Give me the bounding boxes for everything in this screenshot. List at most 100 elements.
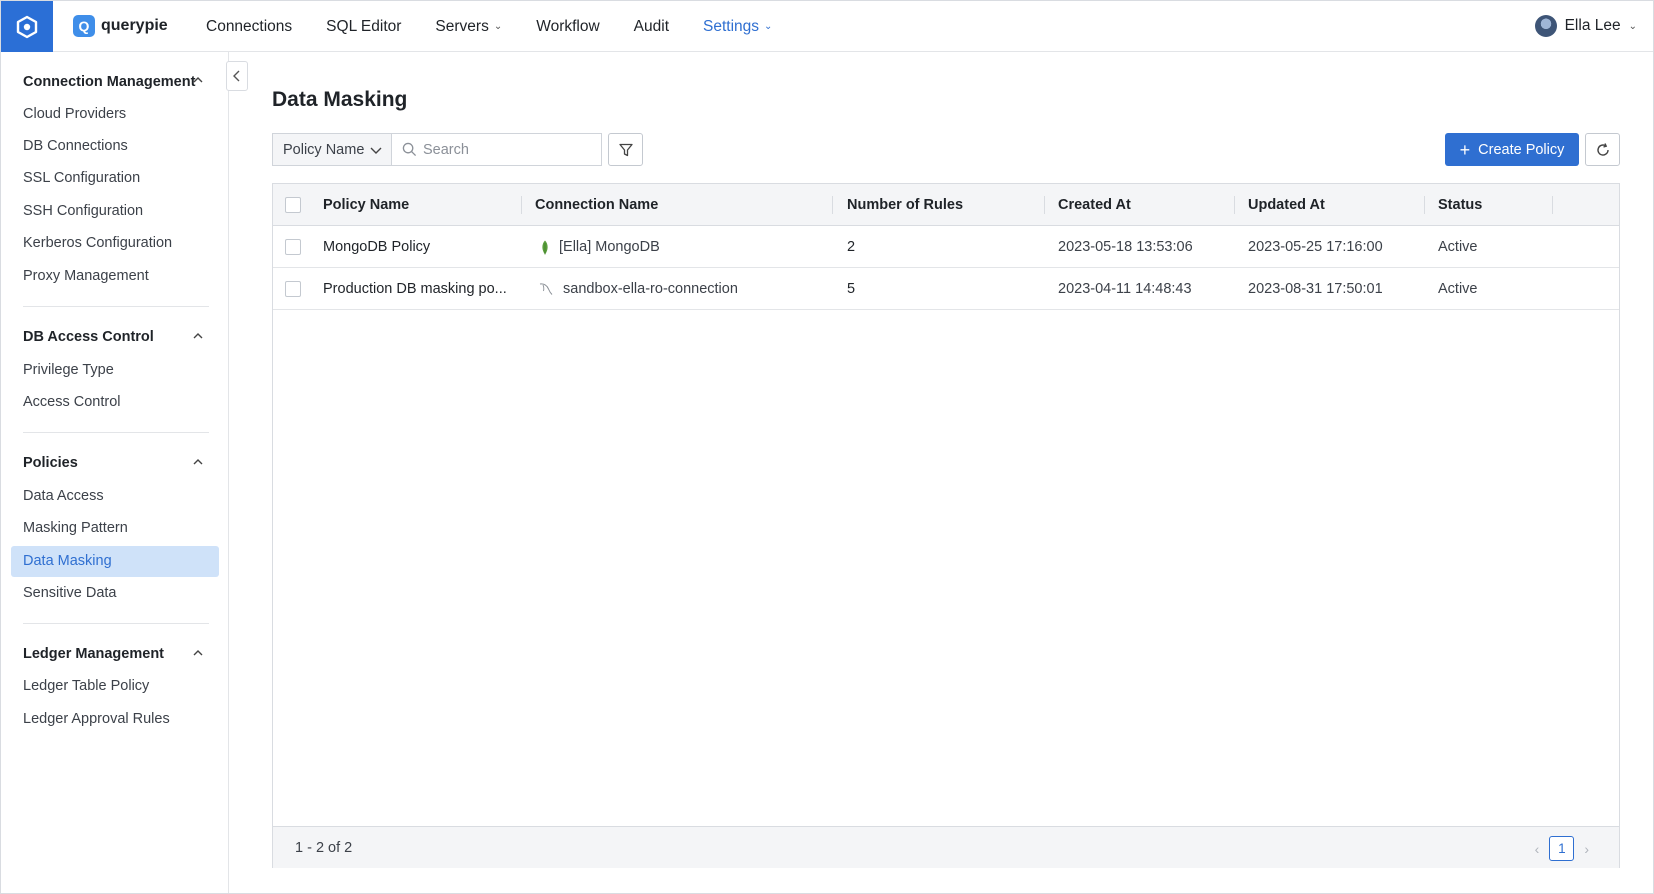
chevron-left-icon [233,70,240,82]
user-name: Ella Lee [1564,17,1621,34]
sidebar-item-cloud-providers[interactable]: Cloud Providers [23,106,126,122]
status-cell: Active [1438,239,1478,255]
status-cell: Active [1438,281,1478,297]
column-resize-handle[interactable] [1424,196,1425,214]
rules-count-cell: 2 [847,239,856,255]
updated-at-cell: 2023-05-25 17:16:00 [1248,239,1383,255]
connection-name-cell: sandbox-ella-ro-connection [539,268,738,310]
mongodb-leaf-icon [542,240,548,254]
nav-label: Audit [633,17,670,35]
refresh-icon [1596,142,1609,156]
next-page-icon[interactable]: › [1584,841,1589,857]
main-nav: Connections SQL Editor Servers ⌄ Workflow… [206,1,806,52]
column-header-created-at[interactable]: Created At [1058,184,1131,226]
column-header-status[interactable]: Status [1438,184,1482,226]
sidebar-item-data-masking[interactable]: Data Masking [11,546,219,577]
filter-field-label: Policy Name [283,141,365,158]
home-logo-button[interactable] [1,1,53,52]
created-at-cell: 2023-05-18 13:53:06 [1058,239,1193,255]
prev-page-icon[interactable]: ‹ [1535,841,1540,857]
nav-connections[interactable]: Connections [206,18,292,36]
table-footer: 1 - 2 of 2 ‹ 1 › [273,826,1619,868]
sidebar-item-db-connections[interactable]: DB Connections [23,138,128,154]
search-box [391,133,602,166]
chevron-up-icon[interactable] [192,647,204,659]
sidebar-section-ledger-management[interactable]: Ledger Management [23,646,164,662]
column-resize-handle[interactable] [832,196,833,214]
brand-name: querypie [101,17,168,34]
rules-count-cell: 5 [847,281,856,297]
updated-at-cell: 2023-08-31 17:50:01 [1248,281,1383,297]
table-row[interactable]: MongoDB Policy [Ella] MongoDB 2 2023-05-… [273,226,1619,268]
sidebar-item-access-control[interactable]: Access Control [23,394,121,410]
column-header-connection-name[interactable]: Connection Name [535,184,658,226]
refresh-button[interactable] [1585,133,1620,166]
column-header-number-of-rules[interactable]: Number of Rules [847,184,963,226]
nav-label: Servers [435,17,489,35]
page-number-button[interactable]: 1 [1549,836,1575,861]
filter-field-select[interactable]: Policy Name [272,133,391,166]
policy-name-cell[interactable]: Production DB masking po... [323,268,507,310]
column-resize-handle[interactable] [1552,196,1553,214]
connection-name-label: [Ella] MongoDB [559,239,660,255]
connection-name-label: sandbox-ella-ro-connection [563,281,738,297]
sidebar-divider [23,306,209,307]
sidebar-item-data-access[interactable]: Data Access [23,488,104,504]
plus-icon: + [1459,139,1471,160]
column-header-updated-at[interactable]: Updated At [1248,184,1325,226]
page-title: Data Masking [272,88,408,111]
sidebar-item-privilege-type[interactable]: Privilege Type [23,362,114,378]
table-header: Policy Name Connection Name Number of Ru… [273,184,1619,226]
search-input[interactable] [423,141,593,158]
sidebar-item-kerberos-configuration[interactable]: Kerberos Configuration [23,235,172,251]
column-header-policy-name[interactable]: Policy Name [323,184,409,226]
sidebar-section-connection-management[interactable]: Connection Management [23,74,195,90]
row-checkbox[interactable] [285,281,301,297]
mysql-dolphin-icon [539,283,553,295]
sidebar-item-sensitive-data[interactable]: Sensitive Data [23,585,117,601]
sidebar-divider [23,623,209,624]
sidebar-section-policies[interactable]: Policies [23,455,78,471]
filter-funnel-icon [618,143,633,156]
policy-table: Policy Name Connection Name Number of Ru… [272,183,1620,868]
sidebar-item-ssl-configuration[interactable]: SSL Configuration [23,170,140,186]
sidebar-item-ledger-approval-rules[interactable]: Ledger Approval Rules [23,711,170,727]
sidebar: Connection Management Cloud Providers DB… [1,52,229,893]
table-row[interactable]: Production DB masking po... sandbox-ella… [273,268,1619,310]
sidebar-item-ledger-table-policy[interactable]: Ledger Table Policy [23,678,149,694]
nav-sql-editor[interactable]: SQL Editor [326,18,401,36]
sidebar-section-db-access-control[interactable]: DB Access Control [23,329,154,345]
nav-label: Connections [206,17,293,35]
querypie-logo-icon [16,15,38,38]
collapse-sidebar-button[interactable] [226,61,248,91]
chevron-down-icon: ⌄ [764,21,773,32]
create-policy-button[interactable]: + Create Policy [1445,133,1579,166]
created-at-cell: 2023-04-11 14:48:43 [1058,281,1192,297]
advanced-filter-button[interactable] [608,133,643,166]
nav-settings[interactable]: Settings ⌄ [703,18,772,36]
chevron-up-icon[interactable] [192,456,204,468]
create-policy-label: Create Policy [1478,141,1565,158]
sidebar-divider [23,432,209,433]
user-menu[interactable]: Ella Lee ⌄ [1534,15,1637,37]
column-resize-handle[interactable] [1044,196,1045,214]
sidebar-item-masking-pattern[interactable]: Masking Pattern [23,520,128,536]
nav-servers[interactable]: Servers ⌄ [435,18,502,36]
sidebar-item-proxy-management[interactable]: Proxy Management [23,268,149,284]
sidebar-item-ssh-configuration[interactable]: SSH Configuration [23,203,143,219]
nav-label: Workflow [536,17,600,35]
nav-workflow[interactable]: Workflow [536,18,599,36]
row-checkbox[interactable] [285,239,301,255]
search-icon [402,142,417,157]
app-window: Q querypie Connections SQL Editor Server… [0,0,1654,894]
nav-audit[interactable]: Audit [634,18,669,36]
select-all-checkbox[interactable] [285,197,301,213]
avatar [1534,15,1557,37]
chevron-up-icon[interactable] [192,330,204,342]
nav-label: Settings [703,17,760,35]
connection-name-cell: [Ella] MongoDB [541,226,660,268]
column-resize-handle[interactable] [521,196,522,214]
column-resize-handle[interactable] [1234,196,1235,214]
chevron-up-icon[interactable] [192,74,204,86]
policy-name-cell[interactable]: MongoDB Policy [323,226,430,268]
